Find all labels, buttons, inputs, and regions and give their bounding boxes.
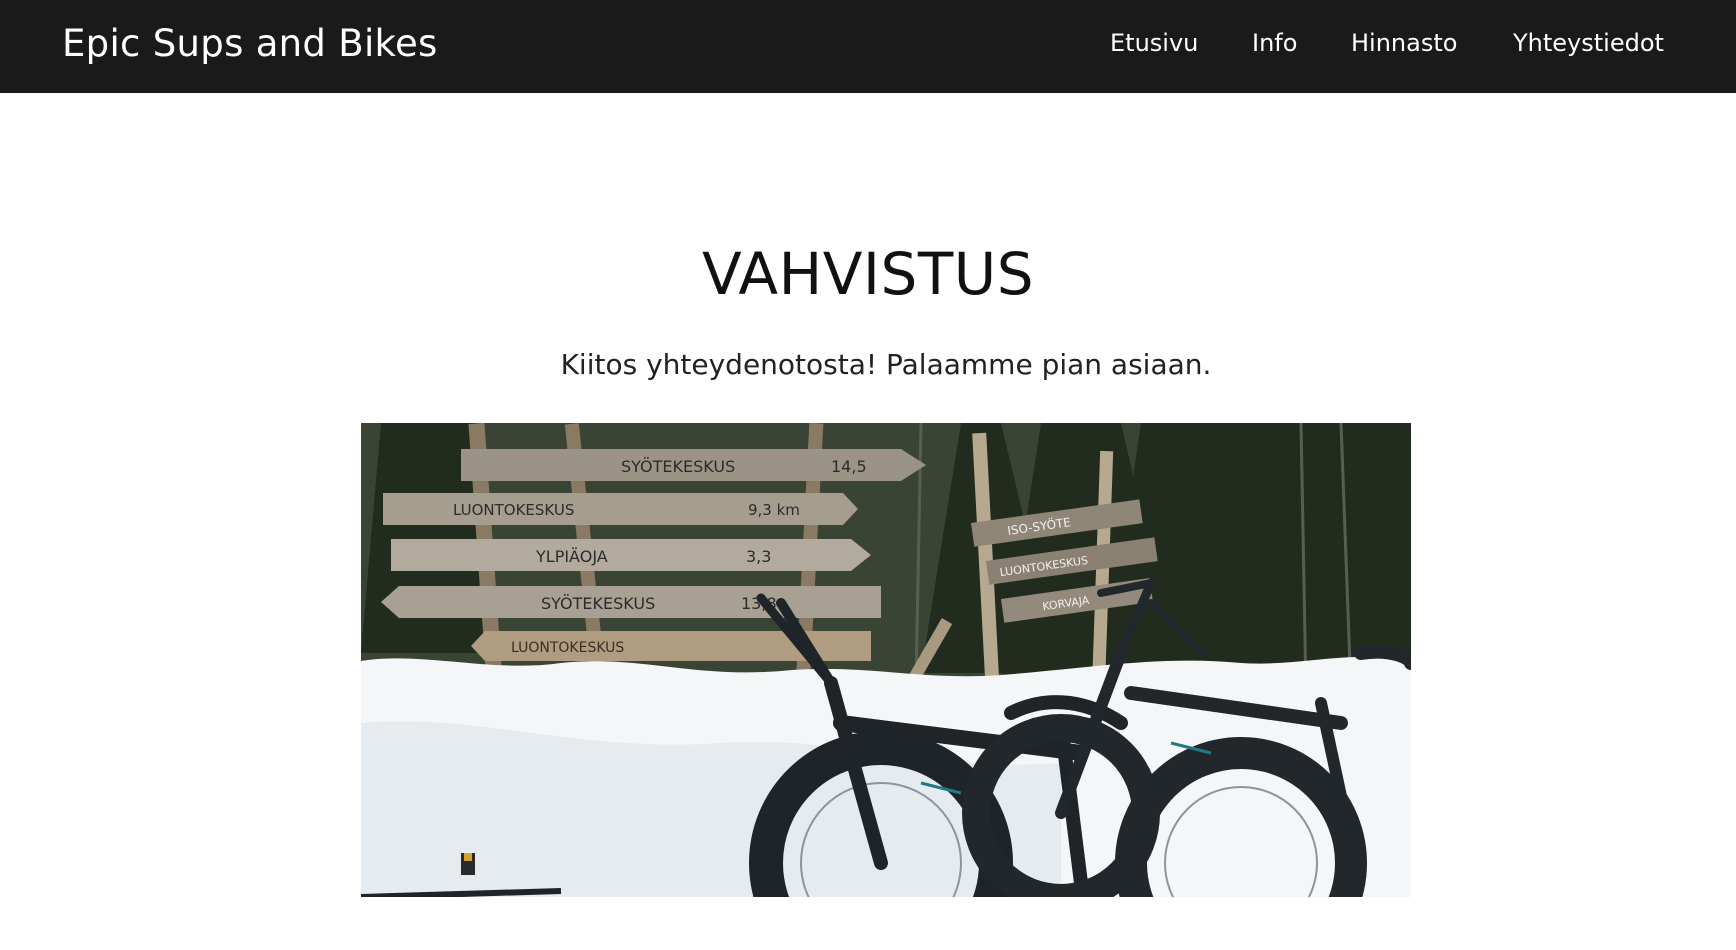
sign-board: YLPIÄOJA 3,3	[391, 539, 871, 571]
sign-board: SYÖTEKESKUS 14,5	[461, 449, 926, 481]
top-navbar: Epic Sups and Bikes Etusivu Info Hinnast…	[0, 0, 1736, 93]
page-title: VAHVISTUS	[701, 240, 1035, 308]
sign-place: LUONTOKESKUS	[453, 501, 574, 519]
sign-board: SYÖTEKESKUS 13,8	[381, 586, 881, 618]
brand-link[interactable]: Epic Sups and Bikes	[62, 0, 438, 93]
nav-link-yhteystiedot[interactable]: Yhteystiedot	[1513, 0, 1664, 93]
sign-place: LUONTOKESKUS	[511, 640, 624, 656]
sign-board: LUONTOKESKUS 9,3 km	[383, 493, 858, 525]
sign-place: SYÖTEKESKUS	[541, 594, 655, 613]
fatbike-trail-photo: SYÖTEKESKUS 14,5 LUONTOKESKUS 9,3 km YLP…	[361, 423, 1411, 897]
sign-place: YLPIÄOJA	[535, 547, 608, 566]
sign-place: SYÖTEKESKUS	[621, 457, 735, 476]
sign-distance: 3,3	[746, 547, 771, 566]
sign-distance: 9,3 km	[748, 501, 800, 519]
nav-link-info[interactable]: Info	[1252, 0, 1297, 93]
nav-link-hinnasto[interactable]: Hinnasto	[1351, 0, 1457, 93]
confirmation-message: Kiitos yhteydenotosta! Palaamme pian asi…	[560, 348, 1212, 381]
nav-link-etusivu[interactable]: Etusivu	[1110, 0, 1198, 93]
sign-distance: 14,5	[831, 457, 867, 476]
